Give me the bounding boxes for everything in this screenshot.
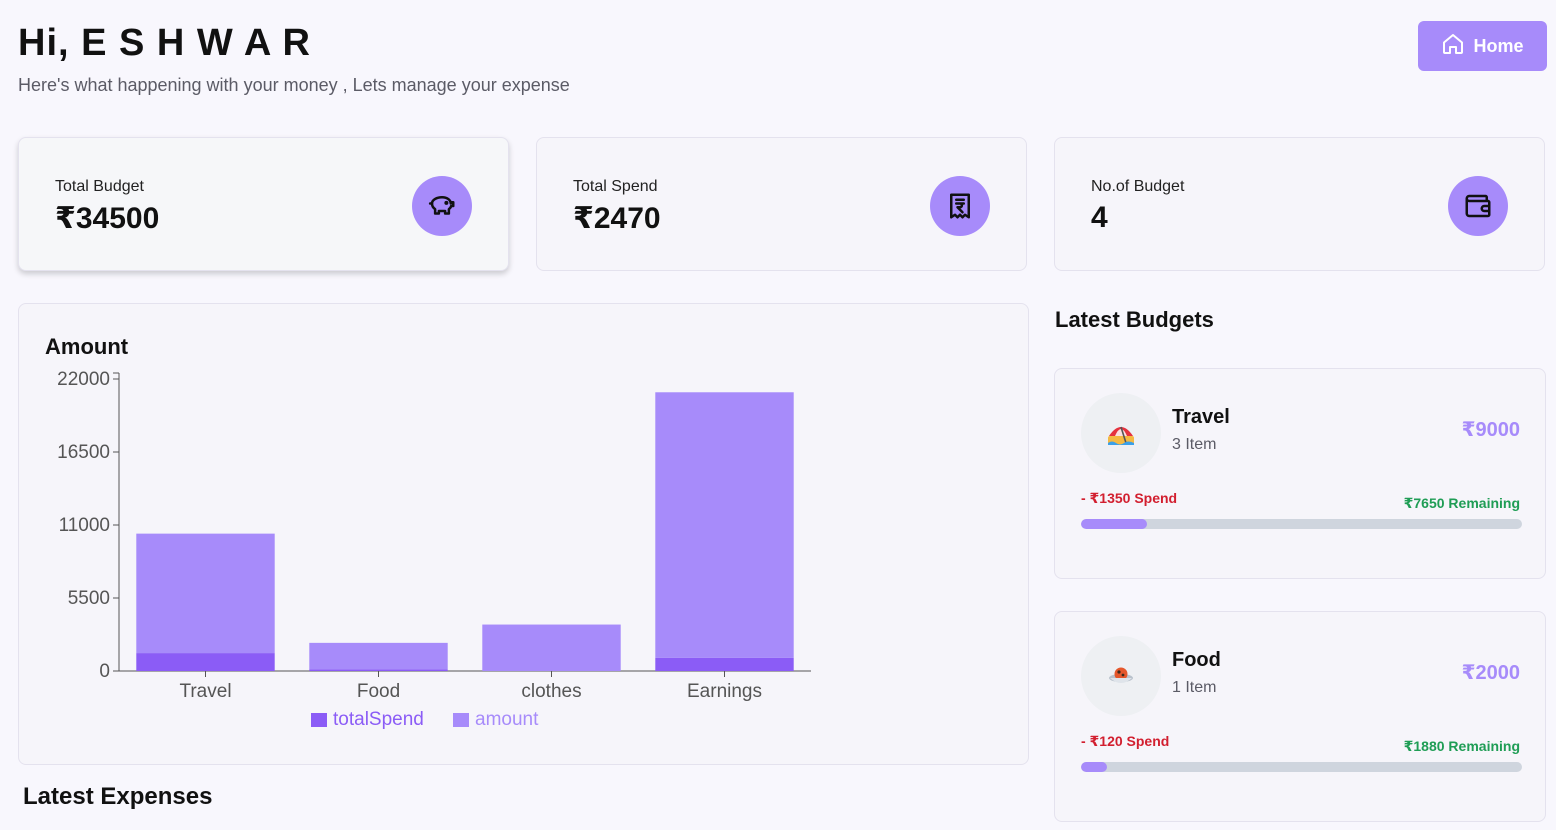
budget-remaining: ₹1880 Remaining (1403, 738, 1520, 754)
budget-progress-bar (1081, 519, 1522, 529)
wallet-icon (1448, 176, 1508, 236)
y-tick-label: 5500 (68, 588, 110, 609)
budget-card-travel[interactable]: Travel 3 Item ₹9000 - ₹1350 Spend ₹7650 … (1054, 368, 1546, 579)
receipt-rupee-icon (930, 176, 990, 236)
budget-spend: - ₹120 Spend (1081, 733, 1170, 749)
piggy-bank-icon (412, 176, 472, 236)
budget-progress-fill (1081, 519, 1148, 529)
x-tick-label: Earnings (687, 681, 762, 702)
budget-amount: ₹2000 (1461, 662, 1520, 684)
budget-name: Travel (1172, 406, 1230, 428)
bar-totalSpend (309, 669, 448, 671)
stat-label: Total Spend (573, 178, 658, 195)
budget-count-card: No.of Budget 4 (1054, 137, 1545, 271)
y-tick-label: 22000 (57, 369, 110, 390)
budget-amount: ₹9000 (1461, 419, 1520, 441)
budget-name: Food (1172, 649, 1221, 671)
bar-totalSpend (136, 653, 275, 671)
x-tick-label: Travel (179, 681, 231, 702)
x-tick-label: clothes (521, 681, 581, 702)
budget-progress-bar (1081, 762, 1522, 772)
stat-label: Total Budget (55, 178, 144, 195)
home-button[interactable]: Home (1418, 21, 1547, 71)
greeting-title: Hi, E S H W A R (18, 22, 311, 64)
budget-remaining: ₹7650 Remaining (1403, 495, 1520, 511)
total-spend-card: Total Spend ₹2470 (536, 137, 1027, 271)
bar-amount (136, 533, 275, 654)
x-tick-label: Food (357, 681, 400, 702)
food-bowl-icon (1081, 636, 1161, 716)
bar-amount (482, 624, 621, 671)
home-icon (1441, 32, 1465, 61)
beach-umbrella-icon (1081, 393, 1161, 473)
bar-amount (655, 392, 794, 658)
budget-item-count: 3 Item (1172, 436, 1217, 453)
bar-amount (309, 642, 448, 670)
total-budget-card: Total Budget ₹34500 (18, 137, 509, 271)
latest-expenses-title: Latest Expenses (23, 783, 213, 810)
greeting-subtitle: Here's what happening with your money , … (18, 75, 570, 95)
budget-item-count: 1 Item (1172, 679, 1217, 696)
legend-label-totalSpend: totalSpend (333, 709, 424, 730)
legend-swatch-totalSpend (311, 713, 327, 727)
amount-chart-card: Amount 0 5500 11000 16500 22000 Travel Food clo… (18, 303, 1029, 765)
budget-spend: - ₹1350 Spend (1081, 490, 1178, 506)
legend-swatch-amount (453, 713, 469, 727)
stat-value: ₹34500 (55, 202, 160, 235)
stat-value: 4 (1091, 201, 1108, 234)
budget-card-food[interactable]: Food 1 Item ₹2000 - ₹120 Spend ₹1880 Rem… (1054, 611, 1546, 822)
bar-totalSpend (655, 657, 794, 671)
latest-budgets-title: Latest Budgets (1055, 307, 1214, 332)
budget-progress-fill (1081, 762, 1108, 772)
amount-bar-chart: 0 5500 11000 16500 22000 Travel Food clothes Ear… (57, 369, 811, 730)
legend-label-amount: amount (475, 709, 539, 730)
y-tick-label: 11000 (59, 515, 110, 536)
stat-label: No.of Budget (1091, 178, 1185, 195)
y-tick-label: 0 (99, 661, 110, 682)
y-tick-label: 16500 (57, 442, 110, 463)
home-button-label: Home (1473, 35, 1524, 56)
stat-value: ₹2470 (573, 202, 661, 235)
